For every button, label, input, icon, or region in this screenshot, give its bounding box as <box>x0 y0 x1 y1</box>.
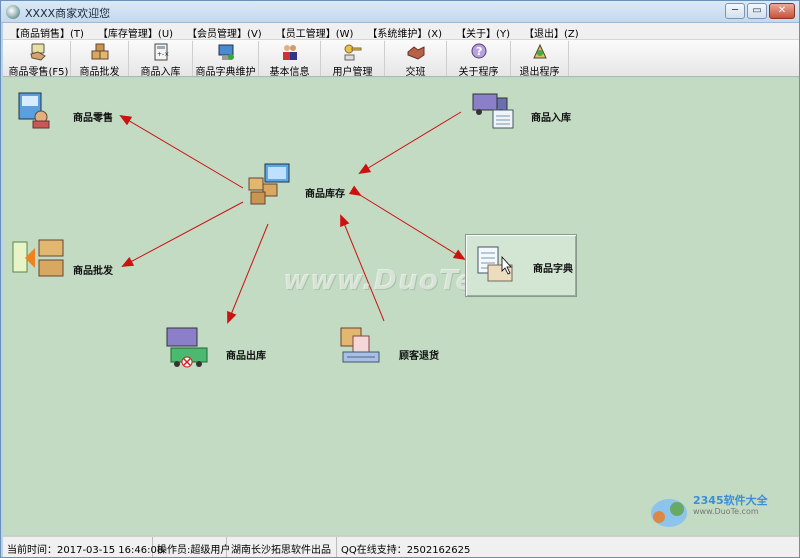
menu-bar: 【商品销售】(T) 【库存管理】(U) 【会员管理】(V) 【员工管理】(W) … <box>3 23 799 40</box>
wholesale-tool-button[interactable]: 商品批发 <box>71 41 129 78</box>
exit-icon <box>532 43 547 59</box>
inventory-icon <box>248 163 290 205</box>
node-wholesale[interactable]: 商品批发 <box>11 236 131 282</box>
workflow-canvas: www.DuoTe.com 商品零售 商品入库 商品库存 商品批发 商品字典 商… <box>3 78 799 535</box>
toolbar: 商品零售(F5) 商品批发 +-× 商品入库 商品字典维护 基本信息 用户管理 … <box>3 40 799 78</box>
basic-info-tool-button[interactable]: 基本信息 <box>259 41 321 78</box>
window-controls: ─ ▭ ✕ <box>725 3 795 19</box>
svg-text:+-×: +-× <box>157 51 169 58</box>
keys-icon <box>344 44 361 61</box>
menu-system[interactable]: 【系统维护】(X) <box>360 23 449 40</box>
tool-label: 商品入库 <box>140 67 181 78</box>
tool-label: 关于程序 <box>458 67 499 78</box>
status-vendor: 湖南长沙拓思软件出品 <box>227 537 337 557</box>
retail-tool-button[interactable]: 商品零售(F5) <box>7 41 71 78</box>
node-inbound[interactable]: 商品入库 <box>469 88 589 132</box>
minimize-button[interactable]: ─ <box>725 3 745 19</box>
node-wholesale-label: 商品批发 <box>73 266 113 277</box>
workflow-arrows <box>119 111 466 324</box>
about-tool-button[interactable]: ? 关于程序 <box>447 41 511 78</box>
close-button[interactable]: ✕ <box>769 3 795 19</box>
handshake-icon <box>407 46 424 60</box>
maximize-button[interactable]: ▭ <box>747 3 767 19</box>
node-outbound[interactable]: 商品出库 <box>165 326 285 372</box>
menu-members[interactable]: 【会员管理】(V) <box>180 23 269 40</box>
tool-label: 用户管理 <box>332 67 373 78</box>
window-title: XXXX商家欢迎您 <box>25 7 111 20</box>
arrow-inventory-to-retail <box>119 114 244 189</box>
exit-tool-button[interactable]: 退出程序 <box>511 41 569 78</box>
menu-inventory[interactable]: 【库存管理】(U) <box>91 23 180 40</box>
tool-label: 退出程序 <box>519 67 560 78</box>
question-icon: ? <box>471 43 486 59</box>
menu-staff[interactable]: 【员工管理】(W) <box>269 23 361 40</box>
node-inbound-label: 商品入库 <box>531 113 571 124</box>
wholesale-icon <box>12 239 64 277</box>
node-inventory[interactable]: 商品库存 <box>247 162 357 208</box>
node-returns[interactable]: 顾客退货 <box>339 326 459 372</box>
node-retail-label: 商品零售 <box>73 113 113 124</box>
outbound-icon <box>166 327 208 368</box>
boxes-icon <box>91 43 108 60</box>
shift-tool-button[interactable]: 交班 <box>385 41 447 78</box>
dictionary-icon <box>477 246 513 282</box>
brand-badge: 2345软件大全 www.DuoTe.com <box>645 489 793 533</box>
tool-label: 商品批发 <box>79 67 120 78</box>
calculator-icon: +-× <box>154 43 169 61</box>
arrow-inventory-dictionary <box>348 185 466 261</box>
hand-card-icon <box>29 43 46 61</box>
node-outbound-label: 商品出库 <box>226 351 266 362</box>
menu-sales[interactable]: 【商品销售】(T) <box>3 23 91 40</box>
svg-text:?: ? <box>476 45 482 58</box>
status-support: QQ在线支持：2502162625 <box>341 545 471 556</box>
user-admin-tool-button[interactable]: 用户管理 <box>321 41 385 78</box>
menu-about[interactable]: 【关于】(Y) <box>449 23 517 40</box>
arrow-inbound-to-inventory <box>358 111 462 175</box>
tool-label: 交班 <box>405 67 426 78</box>
node-returns-label: 顾客退货 <box>399 351 439 362</box>
node-dictionary-label: 商品字典 <box>533 264 573 275</box>
node-dictionary[interactable]: 商品字典 <box>465 234 577 297</box>
status-operator: 操作员:超级用户 <box>153 537 230 557</box>
retail-icon <box>18 92 50 129</box>
people-icon <box>282 45 297 60</box>
tool-label: 基本信息 <box>269 67 310 78</box>
node-inventory-label: 商品库存 <box>305 189 345 200</box>
brand-name: 2345软件大全 <box>693 494 768 507</box>
computer-icon <box>218 44 234 60</box>
inbound-tool-button[interactable]: +-× 商品入库 <box>129 41 193 78</box>
tool-label: 商品零售(F5) <box>8 67 69 78</box>
title-bar[interactable]: XXXX商家欢迎您 ─ ▭ ✕ <box>1 1 799 23</box>
tool-label: 商品字典维护 <box>195 67 256 78</box>
inbound-icon <box>472 93 514 129</box>
node-retail[interactable]: 商品零售 <box>15 91 135 131</box>
brand-logo-icon <box>651 499 687 527</box>
arrow-inventory-to-outbound <box>227 223 269 324</box>
returns-icon <box>340 327 380 363</box>
status-time: 当前时间：2017-03-15 16:46:08 <box>3 537 163 557</box>
brand-url: www.DuoTe.com <box>693 507 759 516</box>
main-window: XXXX商家欢迎您 ─ ▭ ✕ 【商品销售】(T) 【库存管理】(U) 【会员管… <box>0 0 800 558</box>
arrow-inventory-to-wholesale <box>121 201 244 267</box>
menu-exit[interactable]: 【退出】(Z) <box>517 23 586 40</box>
status-bar: 当前时间：2017-03-15 16:46:08 操作员:超级用户 湖南长沙拓思… <box>3 536 799 557</box>
dictionary-tool-button[interactable]: 商品字典维护 <box>193 41 259 78</box>
app-icon <box>6 5 20 19</box>
